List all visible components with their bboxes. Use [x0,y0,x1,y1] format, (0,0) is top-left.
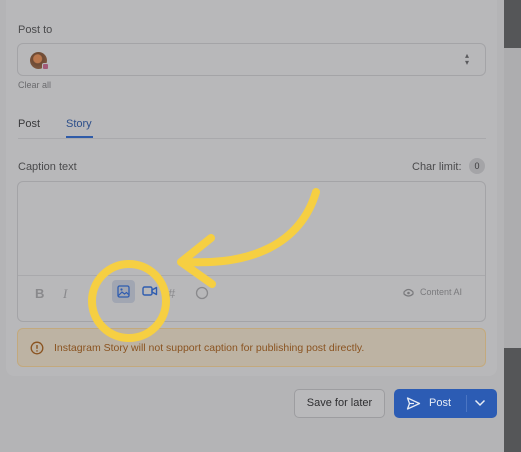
warning-text: Instagram Story will not support caption… [54,342,365,354]
warning-banner: Instagram Story will not support caption… [17,328,486,367]
account-select[interactable]: ▴ ▾ [17,43,486,76]
caption-input[interactable]: B I # Content AI [17,181,486,322]
caption-label: Caption text [18,161,77,173]
char-limit-label: Char limit: [412,161,462,173]
image-icon [117,285,130,298]
chevron-updown-icon: ▴ ▾ [464,51,469,67]
clear-all-link[interactable]: Clear all [18,80,51,90]
bold-icon[interactable]: B [35,286,44,302]
chevron-down-icon[interactable] [474,399,486,407]
post-button[interactable]: Post [394,389,497,418]
save-for-later-button[interactable]: Save for later [294,389,385,418]
tabs-divider [18,138,486,139]
active-tab-indicator [66,136,93,138]
composer-panel: Post to ▴ ▾ Clear all Post Story Caption … [6,0,497,376]
video-icon [142,286,158,296]
background-strip-light [504,48,521,348]
emoji-icon[interactable] [195,286,209,302]
post-button-label: Post [429,397,452,409]
content-ai-button[interactable]: Content AI [396,281,470,303]
send-icon [406,397,421,410]
warning-icon [30,341,44,355]
image-upload-button[interactable] [112,280,135,303]
background-strip [504,0,521,452]
hashtag-icon[interactable]: # [168,286,175,302]
content-ai-label: Content AI [420,287,463,297]
post-to-label: Post to [18,24,53,36]
instagram-badge-icon [42,63,49,70]
post-button-separator [466,395,467,412]
tab-story[interactable]: Story [66,118,92,130]
video-upload-button[interactable] [141,282,159,300]
content-ai-icon [403,288,414,297]
char-count-badge: 0 [469,158,485,174]
italic-icon[interactable]: I [63,286,67,302]
tab-post[interactable]: Post [18,118,40,130]
toolbar-divider [18,275,485,276]
